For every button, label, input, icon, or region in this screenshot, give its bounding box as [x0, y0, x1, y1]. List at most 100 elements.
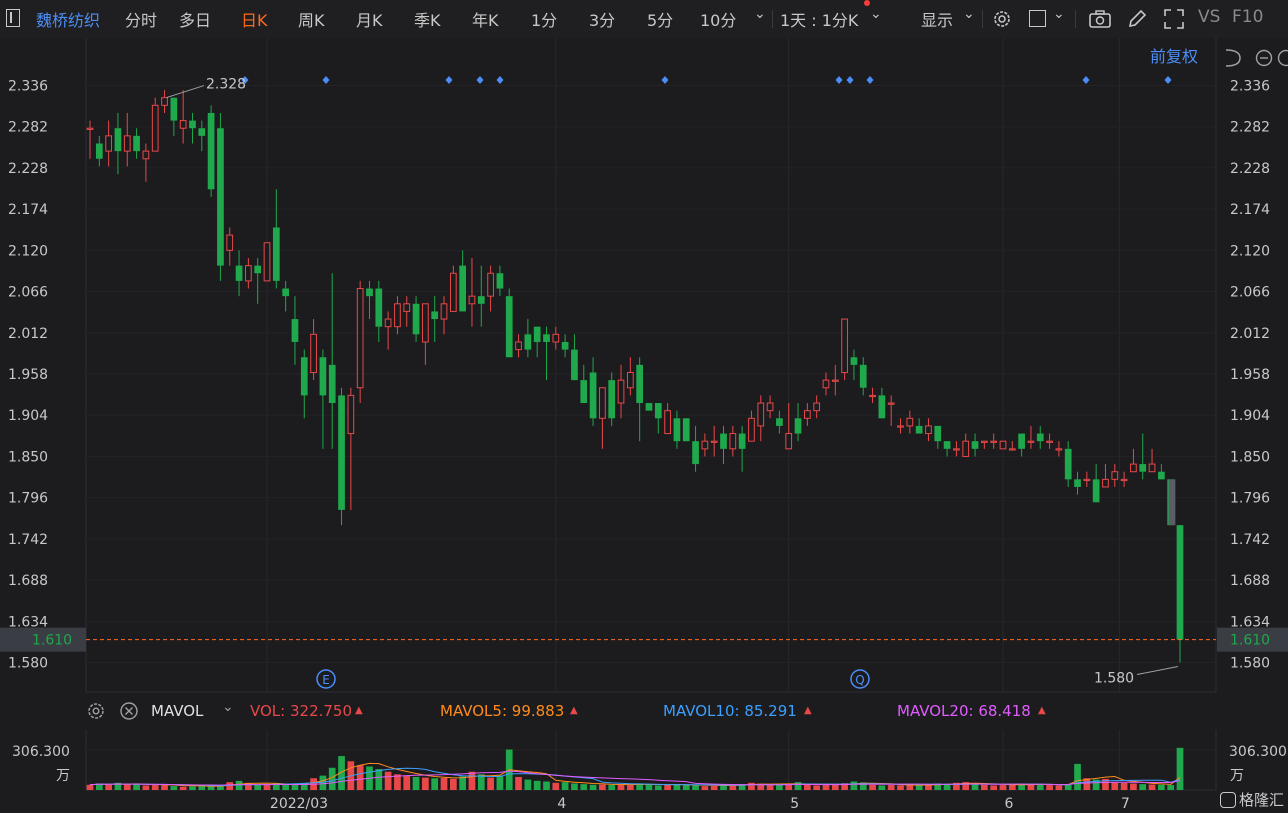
vol-y-tick-right: 306.300 — [1229, 744, 1287, 760]
y-tick-label-right: 1.742 — [1230, 532, 1270, 548]
tab-1min[interactable]: 1分 — [531, 7, 557, 31]
mavol5-value: MAVOL5: 99.883 — [440, 702, 565, 720]
volume-bar — [915, 785, 923, 790]
volume-bar — [803, 784, 811, 790]
price-chart[interactable]: 2.336 2.336 2.282 2.282 2.228 2.228 2.174 2.174… — [0, 38, 1288, 696]
candle-body — [701, 440, 709, 450]
volume-bar — [1176, 747, 1184, 790]
interval-selector[interactable]: 1天 : 1分K — [780, 7, 858, 31]
candle-body — [179, 120, 187, 129]
tab-3min[interactable]: 3分 — [589, 7, 615, 31]
tab-rik[interactable]: 日K — [241, 7, 268, 31]
volume-bar — [925, 784, 932, 790]
volume-bar — [776, 784, 783, 790]
display-menu[interactable]: 显示 — [921, 7, 953, 31]
vs-button[interactable]: VS — [1198, 7, 1220, 27]
volume-bar — [999, 785, 1007, 790]
more-periods-chevron-icon[interactable]: ⌄ — [754, 6, 766, 22]
tab-5min[interactable]: 5分 — [647, 7, 673, 31]
fullscreen-icon[interactable] — [1163, 8, 1185, 30]
watermark-logo: 格隆汇 — [1219, 789, 1284, 810]
candle-body — [440, 303, 448, 320]
candle-body — [580, 380, 588, 404]
candle-body — [925, 425, 932, 435]
candle-body — [515, 341, 522, 351]
candle-body — [785, 433, 793, 450]
candle-body — [981, 440, 988, 443]
candle-body — [189, 120, 196, 129]
mavol20-value: MAVOL20: 68.418 — [897, 702, 1031, 720]
sidebar-toggle-icon[interactable] — [6, 9, 20, 27]
candle-body — [608, 380, 616, 419]
close-icon[interactable] — [119, 701, 139, 721]
tab-fenshi[interactable]: 分时 — [125, 7, 157, 31]
current-price-label-left: 1.610 — [32, 633, 72, 649]
chart-background — [0, 38, 1288, 696]
mavol10-up-triangle-icon: ▲ — [804, 705, 812, 716]
candle-body — [1102, 478, 1109, 488]
candle-body — [831, 379, 839, 382]
tab-jik[interactable]: 季K — [414, 7, 441, 31]
candle-body — [300, 357, 308, 396]
volume-bar — [161, 784, 168, 790]
candle-body — [803, 410, 811, 419]
candle-body — [953, 448, 960, 451]
checkbox-chevron-icon[interactable]: ⌄ — [1053, 6, 1065, 22]
candle-body — [105, 135, 112, 152]
candle-body — [533, 326, 541, 342]
volume-bar — [1148, 784, 1156, 790]
volume-bar — [654, 785, 662, 790]
candle-body — [776, 418, 783, 426]
candle-body — [943, 441, 951, 449]
candle-body — [114, 128, 122, 152]
tab-yuek[interactable]: 月K — [356, 7, 383, 31]
candle-body — [1120, 478, 1128, 482]
volume-bar — [822, 785, 830, 790]
pencil-icon[interactable] — [1126, 8, 1148, 30]
volume-bar — [254, 784, 262, 790]
candle-body — [822, 379, 830, 389]
volume-chart[interactable]: 306.300 万 306.300 万 2022/03 4 5 6 7 — [0, 730, 1288, 813]
tab-niank[interactable]: 年K — [472, 7, 499, 31]
camera-icon[interactable] — [1088, 8, 1112, 30]
candle-body — [1083, 478, 1091, 482]
candle-body — [170, 97, 178, 121]
tab-duori[interactable]: 多日 — [179, 7, 211, 31]
f10-button[interactable]: F10 — [1232, 7, 1263, 27]
volume-bar — [571, 783, 578, 790]
y-tick-label-right: 1.580 — [1230, 656, 1270, 672]
checkbox-square-icon[interactable] — [1029, 10, 1046, 27]
display-chevron-icon[interactable]: ⌄ — [963, 6, 975, 22]
tab-zhouk[interactable]: 周K — [298, 7, 325, 31]
y-tick-label-left: 1.742 — [8, 532, 48, 548]
y-tick-label-left: 2.228 — [8, 161, 48, 177]
volume-bar — [1074, 763, 1081, 790]
gear-icon[interactable] — [991, 8, 1013, 30]
volume-bar — [878, 785, 886, 790]
y-tick-label-right: 1.850 — [1230, 449, 1270, 465]
volume-bar — [468, 771, 476, 790]
candle-body — [412, 303, 420, 335]
candle-body — [1055, 448, 1063, 451]
tab-10min[interactable]: 10分 — [700, 7, 736, 31]
interval-chevron-icon[interactable]: ⌄ — [870, 6, 882, 22]
candle-body — [869, 394, 876, 398]
candle-body — [1176, 525, 1184, 640]
candle-body — [123, 135, 131, 152]
candle-body — [142, 150, 150, 160]
indicator-chevron-icon[interactable]: ⌄ — [222, 699, 234, 715]
x-tick-label: 6 — [1005, 796, 1014, 812]
gear-icon[interactable] — [86, 701, 106, 721]
volume-bar — [422, 777, 429, 790]
vol-y-tick-left: 306.300 — [12, 744, 70, 760]
y-tick-label-left: 2.120 — [8, 243, 48, 259]
volume-bar — [515, 776, 522, 790]
x-tick-label: 7 — [1121, 796, 1130, 812]
stock-name: 魏桥纺织 — [36, 11, 101, 30]
volume-bar — [533, 780, 541, 790]
volume-bar — [1055, 785, 1063, 790]
candle-body — [86, 127, 94, 130]
candle-body — [133, 135, 140, 152]
indicator-name[interactable]: MAVOL — [151, 702, 203, 720]
volume-bar — [645, 784, 653, 790]
